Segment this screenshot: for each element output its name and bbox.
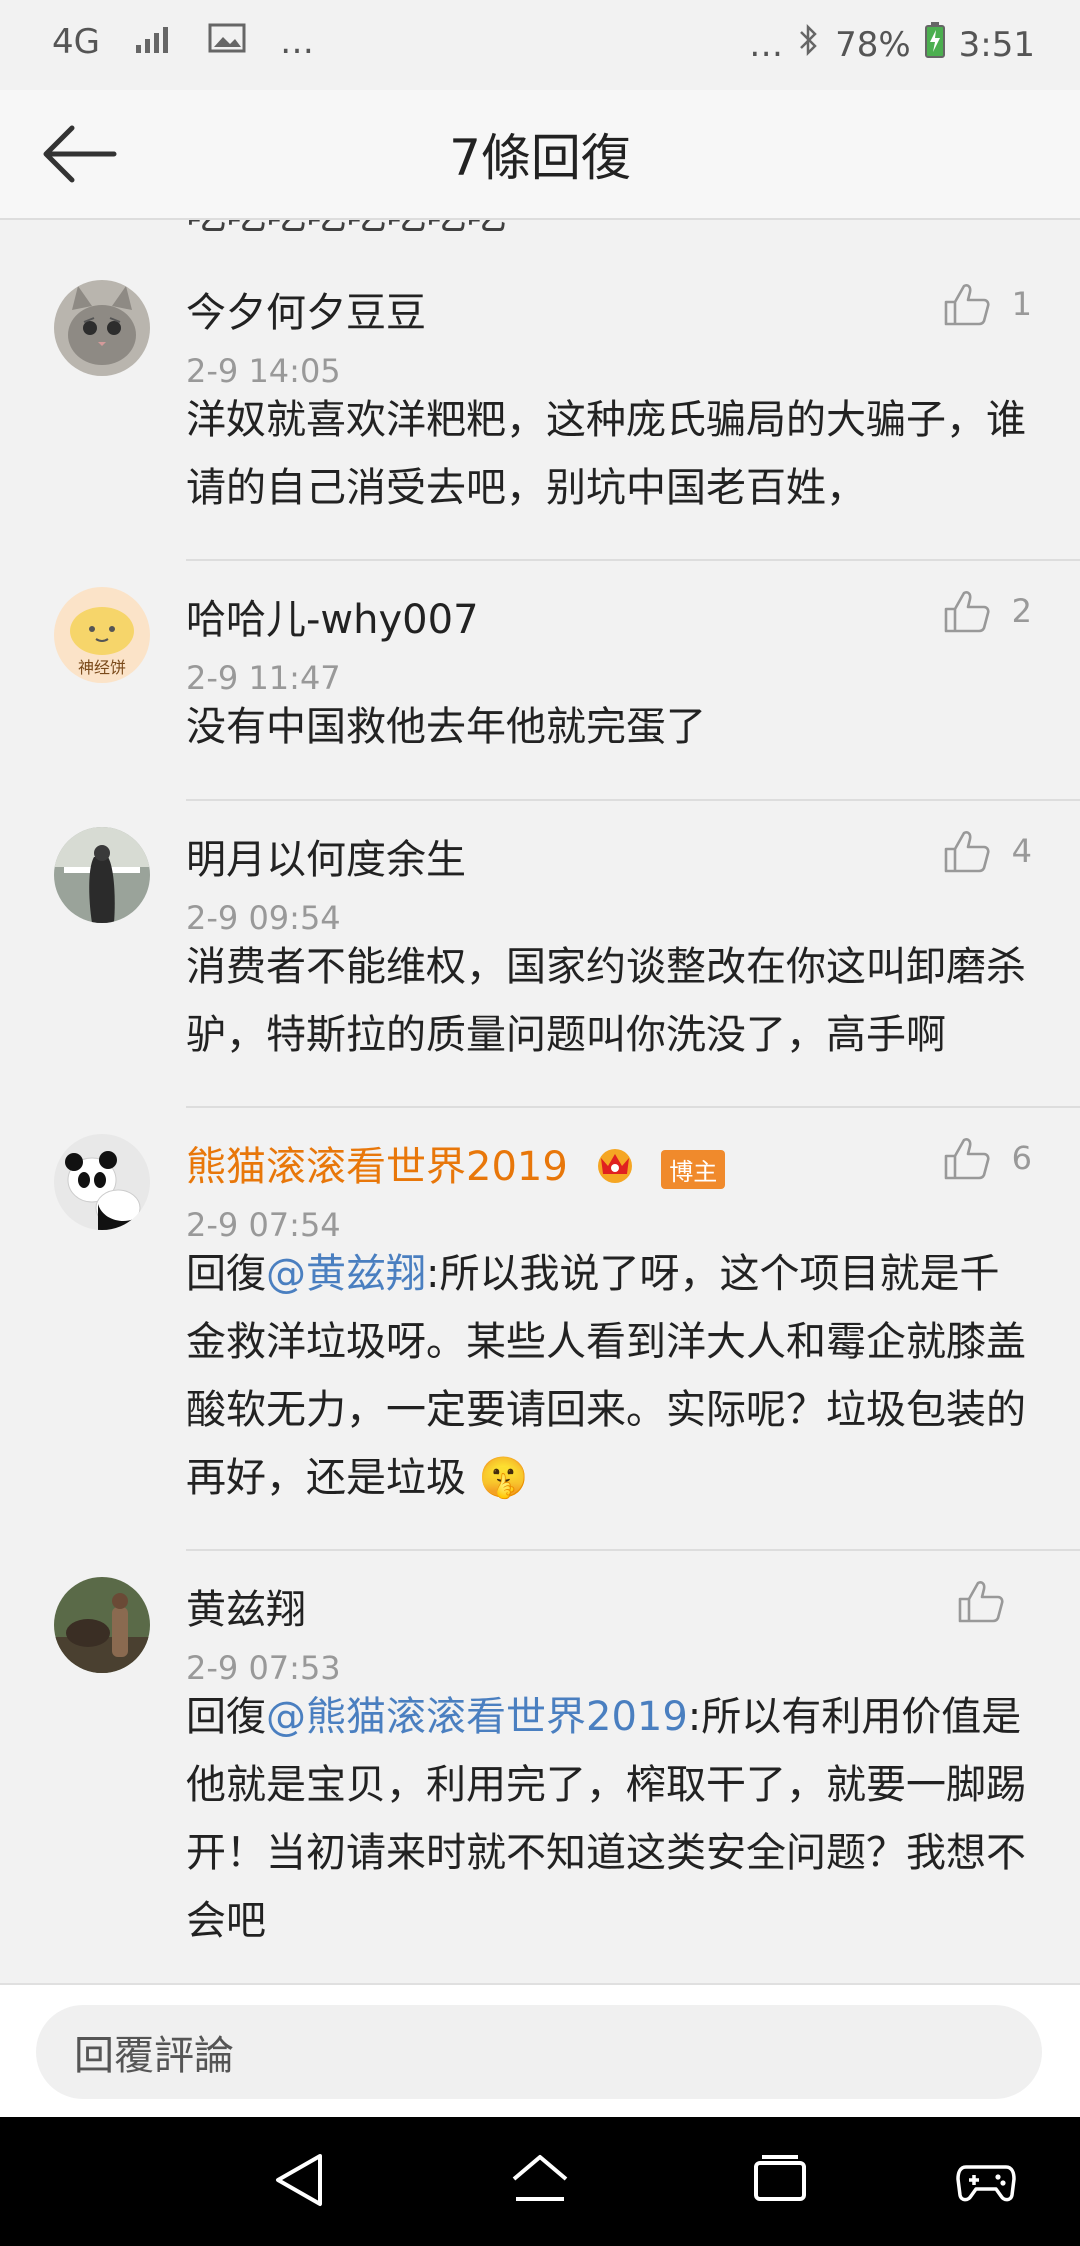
- gamepad-icon: [956, 2165, 1016, 2202]
- like-button[interactable]: [958, 1579, 1026, 1623]
- nav-back-icon: [276, 2154, 322, 2206]
- comment-username[interactable]: 今夕何夕豆豆: [186, 280, 426, 338]
- comment-text: 洋奴就喜欢洋粑粑，这种庞氏骗局的大骗子，谁请的自己消受去吧，别坑中国老百姓，: [186, 397, 1026, 511]
- comment-username[interactable]: 熊猫滚滚看世界2019 博主: [186, 1134, 726, 1194]
- avatar[interactable]: 神经饼: [54, 587, 150, 683]
- reply-bar: 回覆評論: [0, 1983, 1080, 2119]
- status-bar: 4G … … 78% 3:51: [0, 0, 1080, 90]
- clock: 3:51: [958, 24, 1035, 65]
- reply-placeholder: 回覆評論: [74, 2033, 234, 2079]
- like-button[interactable]: 6: [944, 1136, 1032, 1180]
- header-bar: 7條回復: [0, 90, 1080, 220]
- comment-body: 回復@熊猫滚滚看世界2019:所以有利用价值是他就是宝贝，利用完了，榨取干了，就…: [186, 1683, 1036, 1955]
- partial-comment-text: 吃吃吃吃吃吃吃吃: [186, 218, 506, 240]
- system-nav-bar: [0, 2117, 1080, 2246]
- shush-emoji: 🤫: [478, 1455, 529, 1501]
- avatar[interactable]: [54, 1134, 150, 1230]
- avatar[interactable]: [54, 1577, 150, 1673]
- like-count: 4: [1011, 832, 1032, 870]
- battery-icon: [924, 22, 945, 67]
- mention-link[interactable]: @黄兹翔: [266, 1251, 426, 1297]
- comment-username-text: 熊猫滚滚看世界2019: [186, 1144, 568, 1190]
- like-button[interactable]: 2: [944, 589, 1032, 633]
- mention-link[interactable]: @熊猫滚滚看世界2019: [266, 1694, 688, 1740]
- page-title: 7條回復: [449, 129, 631, 187]
- comment-body: 消费者不能维权，国家约谈整改在你这叫卸磨杀驴，特斯拉的质量问题叫你洗没了，高手啊: [186, 933, 1036, 1069]
- nav-back-button[interactable]: [272, 2151, 328, 2213]
- reply-prefix: 回復: [186, 1251, 266, 1297]
- comment-time: 2-9 11:47: [186, 659, 341, 697]
- like-count: 2: [1011, 592, 1032, 630]
- avatar[interactable]: [54, 280, 150, 376]
- comment-item: 熊猫滚滚看世界2019 博主 2-9 07:54 6 回復@黄兹翔:所以我说了呀…: [0, 1108, 1080, 1551]
- signal-icon: [134, 22, 174, 62]
- nav-home-icon: [512, 2155, 568, 2201]
- like-count: 6: [1011, 1139, 1032, 1177]
- reply-input[interactable]: 回覆評論: [36, 2005, 1042, 2099]
- comment-body: 回復@黄兹翔:所以我说了呀，这个项目就是千金救洋垃圾呀。某些人看到洋大人和霉企就…: [186, 1240, 1036, 1512]
- comment-time: 2-9 14:05: [186, 352, 341, 390]
- comment-username[interactable]: 哈哈儿-why007: [186, 587, 479, 645]
- comment-text: 消费者不能维权，国家约谈整改在你这叫卸磨杀驴，特斯拉的质量问题叫你洗没了，高手啊: [186, 944, 1026, 1058]
- comment-time: 2-9 07:53: [186, 1649, 341, 1687]
- thumbs-up-icon: [944, 831, 990, 873]
- gallery-icon: [208, 22, 246, 62]
- nav-recents-button[interactable]: [752, 2151, 808, 2213]
- comment-body: 没有中国救他去年他就完蛋了: [186, 693, 1036, 761]
- nav-home-button[interactable]: [510, 2151, 570, 2213]
- svg-text:神经饼: 神经饼: [78, 658, 126, 677]
- thumbs-up-icon: [944, 1138, 990, 1180]
- comment-username[interactable]: 明月以何度余生: [186, 827, 466, 885]
- comment-text: 没有中国救他去年他就完蛋了: [186, 704, 706, 750]
- like-button[interactable]: 1: [944, 282, 1032, 326]
- more-notifications: …: [279, 22, 314, 62]
- like-button[interactable]: 4: [944, 829, 1032, 873]
- crown-icon: [593, 1144, 637, 1194]
- comment-item: 黄兹翔 2-9 07:53 回復@熊猫滚滚看世界2019:所以有利用价值是他就是…: [0, 1551, 1080, 1983]
- comment-item: 神经饼 哈哈儿-why007 2-9 11:47 2 没有中国救他去年他就完蛋了: [0, 561, 1080, 801]
- network-indicator: 4G: [52, 22, 100, 62]
- comment-time: 2-9 09:54: [186, 899, 341, 937]
- game-mode-button[interactable]: [956, 2151, 1016, 2213]
- comment-item: 明月以何度余生 2-9 09:54 4 消费者不能维权，国家约谈整改在你这叫卸磨…: [0, 801, 1080, 1108]
- like-count: 1: [1011, 285, 1032, 323]
- more-status: …: [749, 24, 784, 65]
- battery-percent: 78%: [835, 24, 911, 65]
- thumbs-up-icon: [958, 1581, 1004, 1623]
- nav-recents-icon: [754, 2155, 806, 2201]
- thumbs-up-icon: [944, 591, 990, 633]
- comment-time: 2-9 07:54: [186, 1206, 341, 1244]
- reply-prefix: 回復: [186, 1694, 266, 1740]
- comment-list[interactable]: 吃吃吃吃吃吃吃吃 今夕何夕豆豆 2-9 14:05 1 洋奴就: [0, 218, 1080, 1983]
- comment-item: 今夕何夕豆豆 2-9 14:05 1 洋奴就喜欢洋粑粑，这种庞氏骗局的大骗子，谁…: [0, 254, 1080, 561]
- comment-body: 洋奴就喜欢洋粑粑，这种庞氏骗局的大骗子，谁请的自己消受去吧，别坑中国老百姓，: [186, 386, 1036, 522]
- comment-username[interactable]: 黄兹翔: [186, 1577, 306, 1635]
- avatar[interactable]: [54, 827, 150, 923]
- thumbs-up-icon: [944, 284, 990, 326]
- blogger-badge: 博主: [661, 1149, 726, 1189]
- bluetooth-icon: [797, 23, 821, 66]
